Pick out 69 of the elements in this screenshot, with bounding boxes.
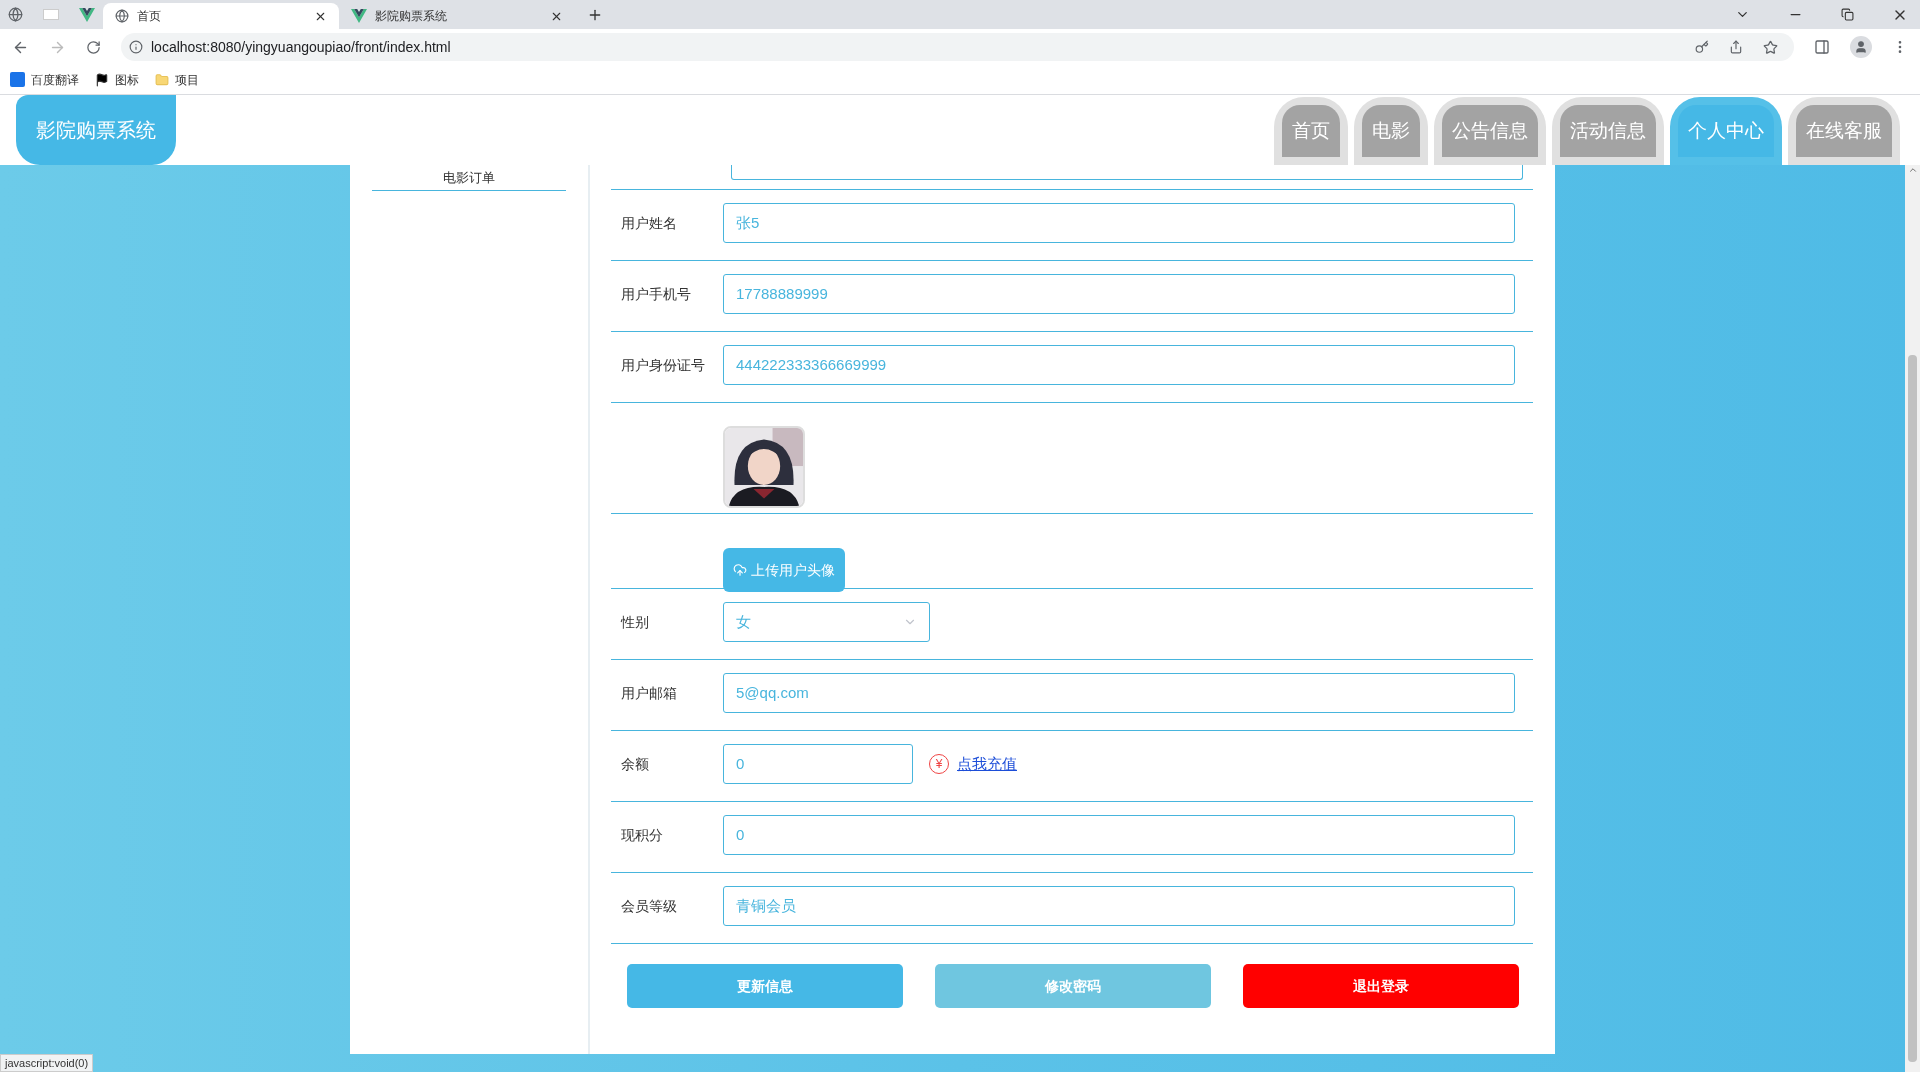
info-icon[interactable] [129,40,143,54]
form-button[interactable]: 修改密码 [935,964,1211,1008]
url-text: localhost:8080/yingyuangoupiao/front/index.html [151,37,451,57]
field-label: 余额 [620,755,650,774]
star-icon[interactable] [1763,39,1778,55]
scroll-up-icon[interactable] [1907,165,1918,175]
field-label: 用户姓名 [620,214,678,233]
field-value: 0 [736,824,745,845]
input-field[interactable]: 17788889999 [723,274,1515,314]
field-value: 5@qq.com [736,682,809,703]
reload-icon[interactable] [86,39,101,55]
vue-logo-icon [351,9,367,23]
side-panel-icon[interactable] [1814,39,1830,55]
vue-logo-icon [79,7,95,22]
input-field[interactable] [731,165,1523,180]
input-field[interactable]: 张5 [723,203,1515,243]
nav-tab[interactable]: 在线客服 [1796,105,1892,157]
new-tab-icon[interactable] [587,7,603,23]
input-field[interactable]: 444222333366669999 [723,345,1515,385]
nav-tab[interactable]: 个人中心 [1678,105,1774,157]
input-field[interactable]: 0 [723,744,913,784]
form-button[interactable]: 退出登录 [1243,964,1519,1008]
nav-tab[interactable]: 活动信息 [1560,105,1656,157]
form-button[interactable]: 更新信息 [627,964,903,1008]
field-label: 性别 [619,613,650,632]
nav-tab[interactable]: 电影 [1362,105,1420,157]
status-url: javascript:void(0) [0,1053,94,1072]
nav-tab[interactable]: 首页 [1282,105,1340,157]
field-label: 用户手机号 [620,285,692,304]
field-value: 444222333366669999 [736,354,887,375]
flag-icon [95,72,109,87]
tab-title: 首页 [137,8,162,25]
folder-icon [155,72,169,87]
globe-icon[interactable] [8,7,23,22]
share-icon[interactable] [1729,40,1743,54]
bookmark[interactable]: 百度翻译 [10,70,79,89]
address-bar[interactable]: localhost:8080/yingyuangoupiao/front/index.html [121,33,1794,61]
bookmark[interactable]: 项目 [155,70,199,89]
browser-tab[interactable]: 影院购票系统 [339,3,575,29]
key-icon[interactable] [1695,40,1709,54]
cloud-upload-icon [733,563,747,577]
tab-title: 影院购票系统 [375,8,448,25]
upload-avatar-button[interactable]: 上传用户头像 [723,548,845,592]
field-value: 17788889999 [736,283,828,304]
site-logo[interactable]: 影院购票系统 [16,95,176,165]
field-label: 会员等级 [620,897,678,916]
input-field[interactable]: 青铜会员 [723,886,1515,926]
restore-icon[interactable] [1841,8,1854,21]
nav-tab[interactable]: 公告信息 [1442,105,1538,157]
recharge-link[interactable]: 点我充值 [957,752,1017,776]
profile-icon[interactable] [1850,36,1872,58]
bookmark-label: 图标 [115,71,139,89]
translate-icon [10,72,25,87]
input-field[interactable]: 5@qq.com [723,673,1515,713]
globe-icon [115,9,129,23]
bookmark-label: 百度翻译 [31,71,79,89]
bookmark-label: 项目 [175,71,199,89]
field-value: 0 [736,753,745,774]
browser-tab[interactable]: 首页 [103,3,339,29]
field-value: 青铜会员 [736,895,796,916]
bookmark[interactable]: 图标 [95,70,139,89]
field-label: 用户邮箱 [620,684,678,703]
field-label: 现积分 [620,826,664,845]
gender-select[interactable]: 女 [723,602,930,642]
field-label: 用户身份证号 [620,356,706,375]
field-value: 张5 [736,212,760,233]
sidebar-item[interactable]: 电影订单 [443,167,495,188]
scrollbar[interactable] [1905,165,1920,1072]
input-field[interactable]: 0 [723,815,1515,855]
